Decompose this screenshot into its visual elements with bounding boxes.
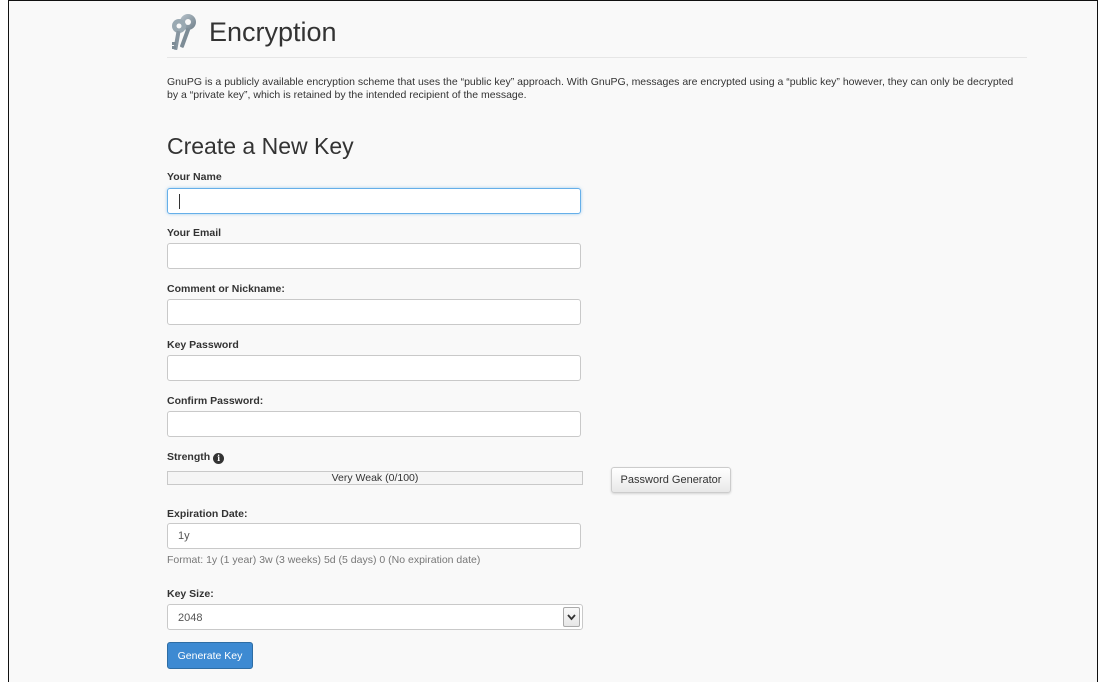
chevron-down-icon[interactable] <box>563 607 580 627</box>
keys-icon <box>167 12 201 52</box>
text-cursor <box>179 194 180 209</box>
strength-label-text: Strength <box>167 451 211 463</box>
page-title: Encryption <box>209 16 337 47</box>
strength-label: Strength i <box>167 451 225 464</box>
email-input[interactable] <box>167 243 581 269</box>
info-circle-icon[interactable]: i <box>213 453 225 464</box>
strength-meter: Very Weak (0/100) <box>167 471 583 485</box>
app-frame: Encryption GnuPG is a publicly available… <box>8 0 1098 682</box>
key-size-select[interactable]: 2048 <box>167 604 583 630</box>
password-label: Key Password <box>167 339 239 351</box>
name-label: Your Name <box>167 171 222 183</box>
key-size-label: Key Size: <box>167 588 214 600</box>
strength-text: Very Weak (0/100) <box>331 472 419 484</box>
comment-input[interactable] <box>167 299 581 325</box>
expiration-help-text: Format: 1y (1 year) 3w (3 weeks) 5d (5 d… <box>167 554 481 566</box>
key-size-value: 2048 <box>178 612 203 624</box>
page-header: Encryption <box>167 7 1027 58</box>
password-input[interactable] <box>167 355 581 381</box>
expiration-input[interactable]: 1y <box>167 523 581 549</box>
email-label: Your Email <box>167 227 222 239</box>
section-heading: Create a New Key <box>167 133 354 159</box>
name-input[interactable] <box>167 188 581 214</box>
password-generator-button[interactable]: Password Generator <box>611 467 731 493</box>
generate-key-button[interactable]: Generate Key <box>167 642 253 669</box>
intro-text: GnuPG is a publicly available encryption… <box>167 76 1014 101</box>
expiration-label: Expiration Date: <box>167 508 248 520</box>
confirm-password-label: Confirm Password: <box>167 395 264 407</box>
confirm-password-input[interactable] <box>167 411 581 437</box>
comment-label: Comment or Nickname: <box>167 283 285 295</box>
